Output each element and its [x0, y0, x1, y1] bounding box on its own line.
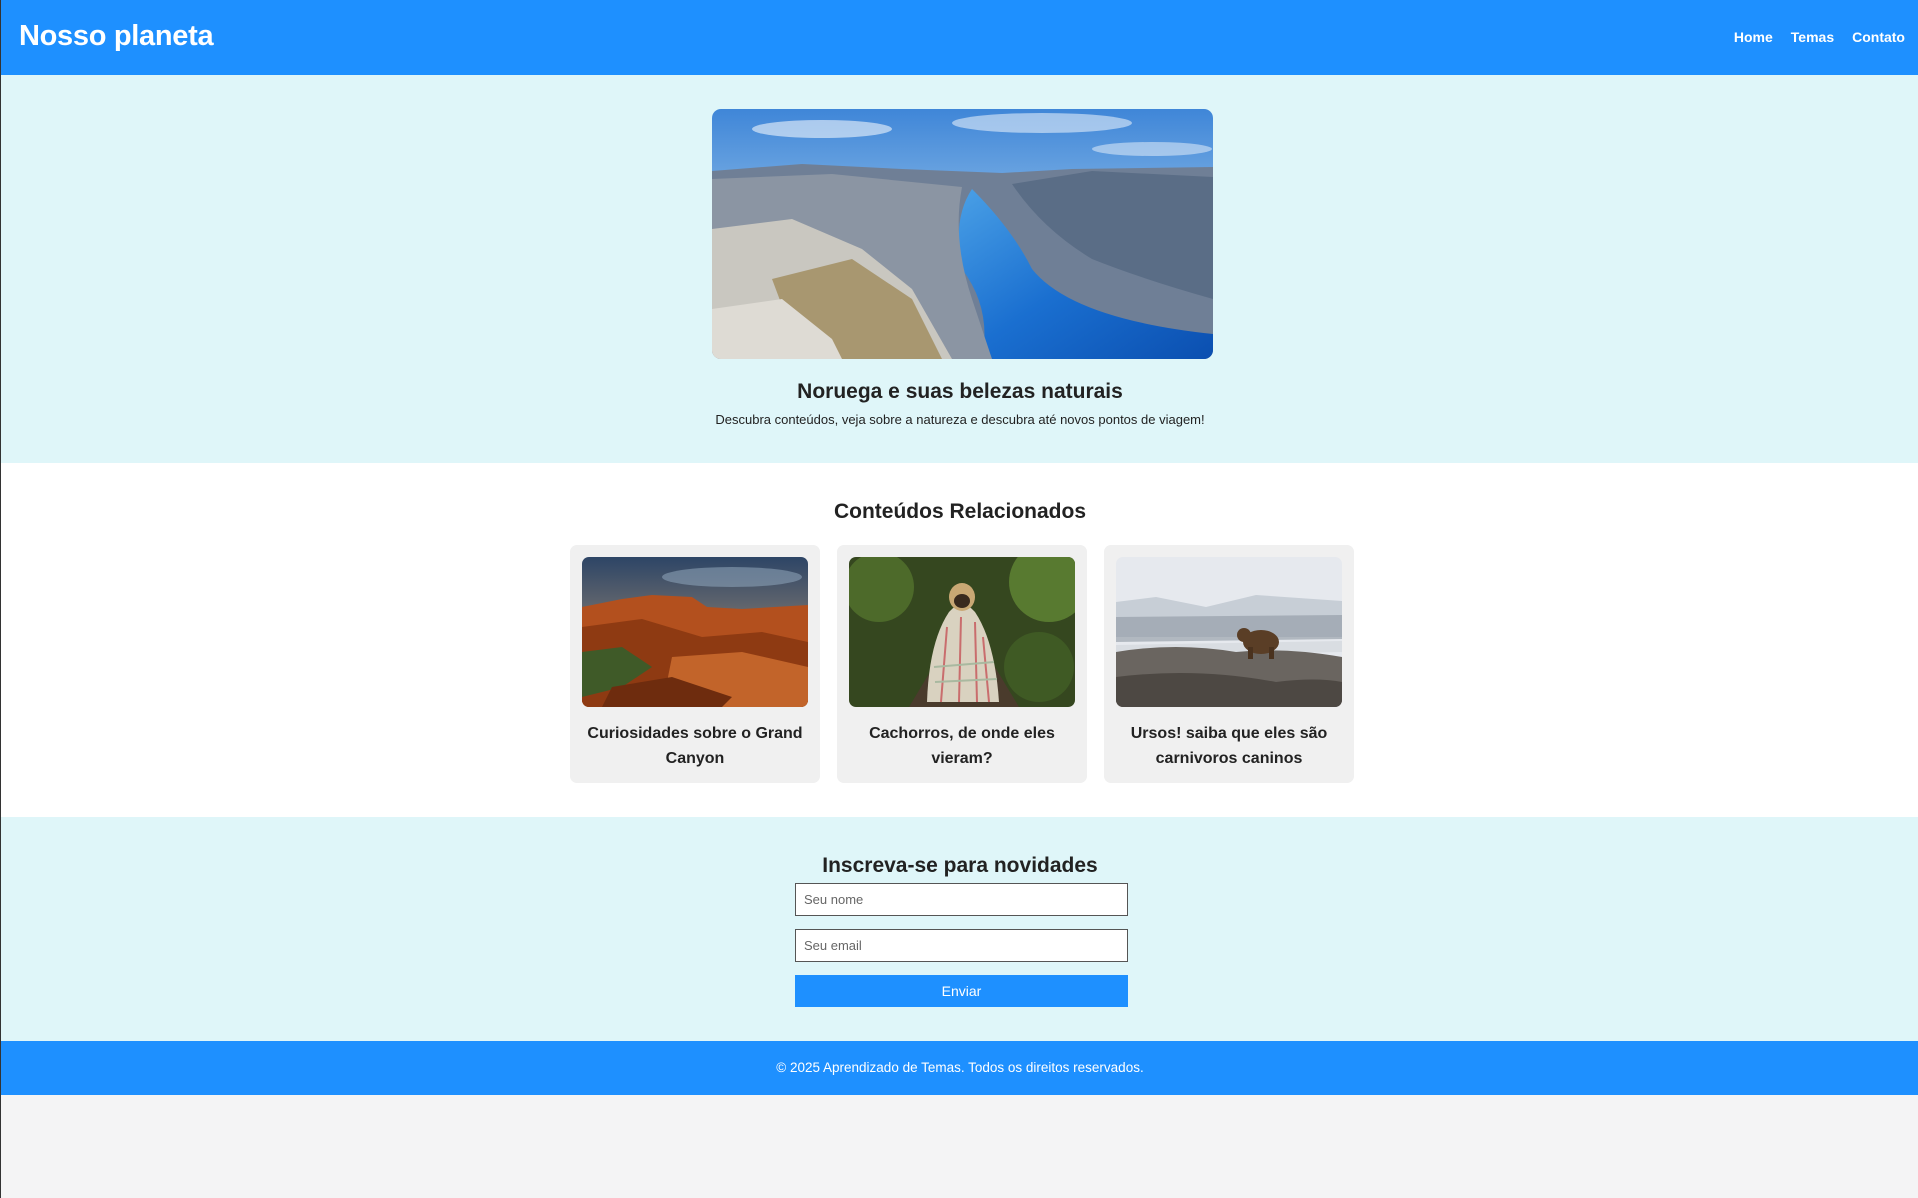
email-field[interactable]	[795, 929, 1128, 962]
nav-contato-link[interactable]: Contato	[1852, 29, 1905, 45]
related-section: Conteúdos Relacionados Curiosidades sobr…	[1, 463, 1918, 817]
main-nav: Home Temas Contato	[1734, 29, 1905, 45]
name-field[interactable]	[795, 883, 1128, 916]
nav-temas-link[interactable]: Temas	[1791, 29, 1834, 45]
submit-button[interactable]: Enviar	[795, 975, 1128, 1007]
card-ursos[interactable]: Ursos! saiba que eles são carnivoros can…	[1104, 545, 1354, 783]
card-cachorros[interactable]: Cachorros, de onde eles vieram?	[837, 545, 1087, 783]
nav-home-link[interactable]: Home	[1734, 29, 1773, 45]
related-title: Conteúdos Relacionados	[833, 500, 1087, 523]
hero-subtitle: Descubra conteúdos, veja sobre a naturez…	[715, 412, 1205, 427]
site-header: Nosso planeta Home Temas Contato	[1, 0, 1918, 75]
grand-canyon-image	[582, 557, 808, 707]
pug-blanket-image	[849, 557, 1075, 707]
card-grand-canyon[interactable]: Curiosidades sobre o Grand Canyon	[570, 545, 820, 783]
card-title: Curiosidades sobre o Grand Canyon	[587, 725, 803, 767]
hero-title: Noruega e suas belezas naturais	[797, 380, 1123, 403]
copyright-text: © 2025 Aprendizado de Temas. Todos os di…	[776, 1060, 1144, 1075]
subscribe-title: Inscreva-se para novidades	[822, 854, 1098, 877]
card-title: Cachorros, de onde eles vieram?	[869, 725, 1055, 767]
hero-section: Noruega e suas belezas naturais Descubra…	[1, 75, 1918, 463]
subscribe-section: Inscreva-se para novidades Enviar	[1, 817, 1918, 1041]
hero-image-fjord	[712, 109, 1213, 359]
site-footer: © 2025 Aprendizado de Temas. Todos os di…	[1, 1041, 1918, 1095]
bear-image	[1116, 557, 1342, 707]
site-logo[interactable]: Nosso planeta	[19, 20, 214, 53]
related-cards: Curiosidades sobre o Grand Canyon Cachor…	[570, 545, 1354, 783]
card-title: Ursos! saiba que eles são carnivoros can…	[1130, 725, 1328, 767]
